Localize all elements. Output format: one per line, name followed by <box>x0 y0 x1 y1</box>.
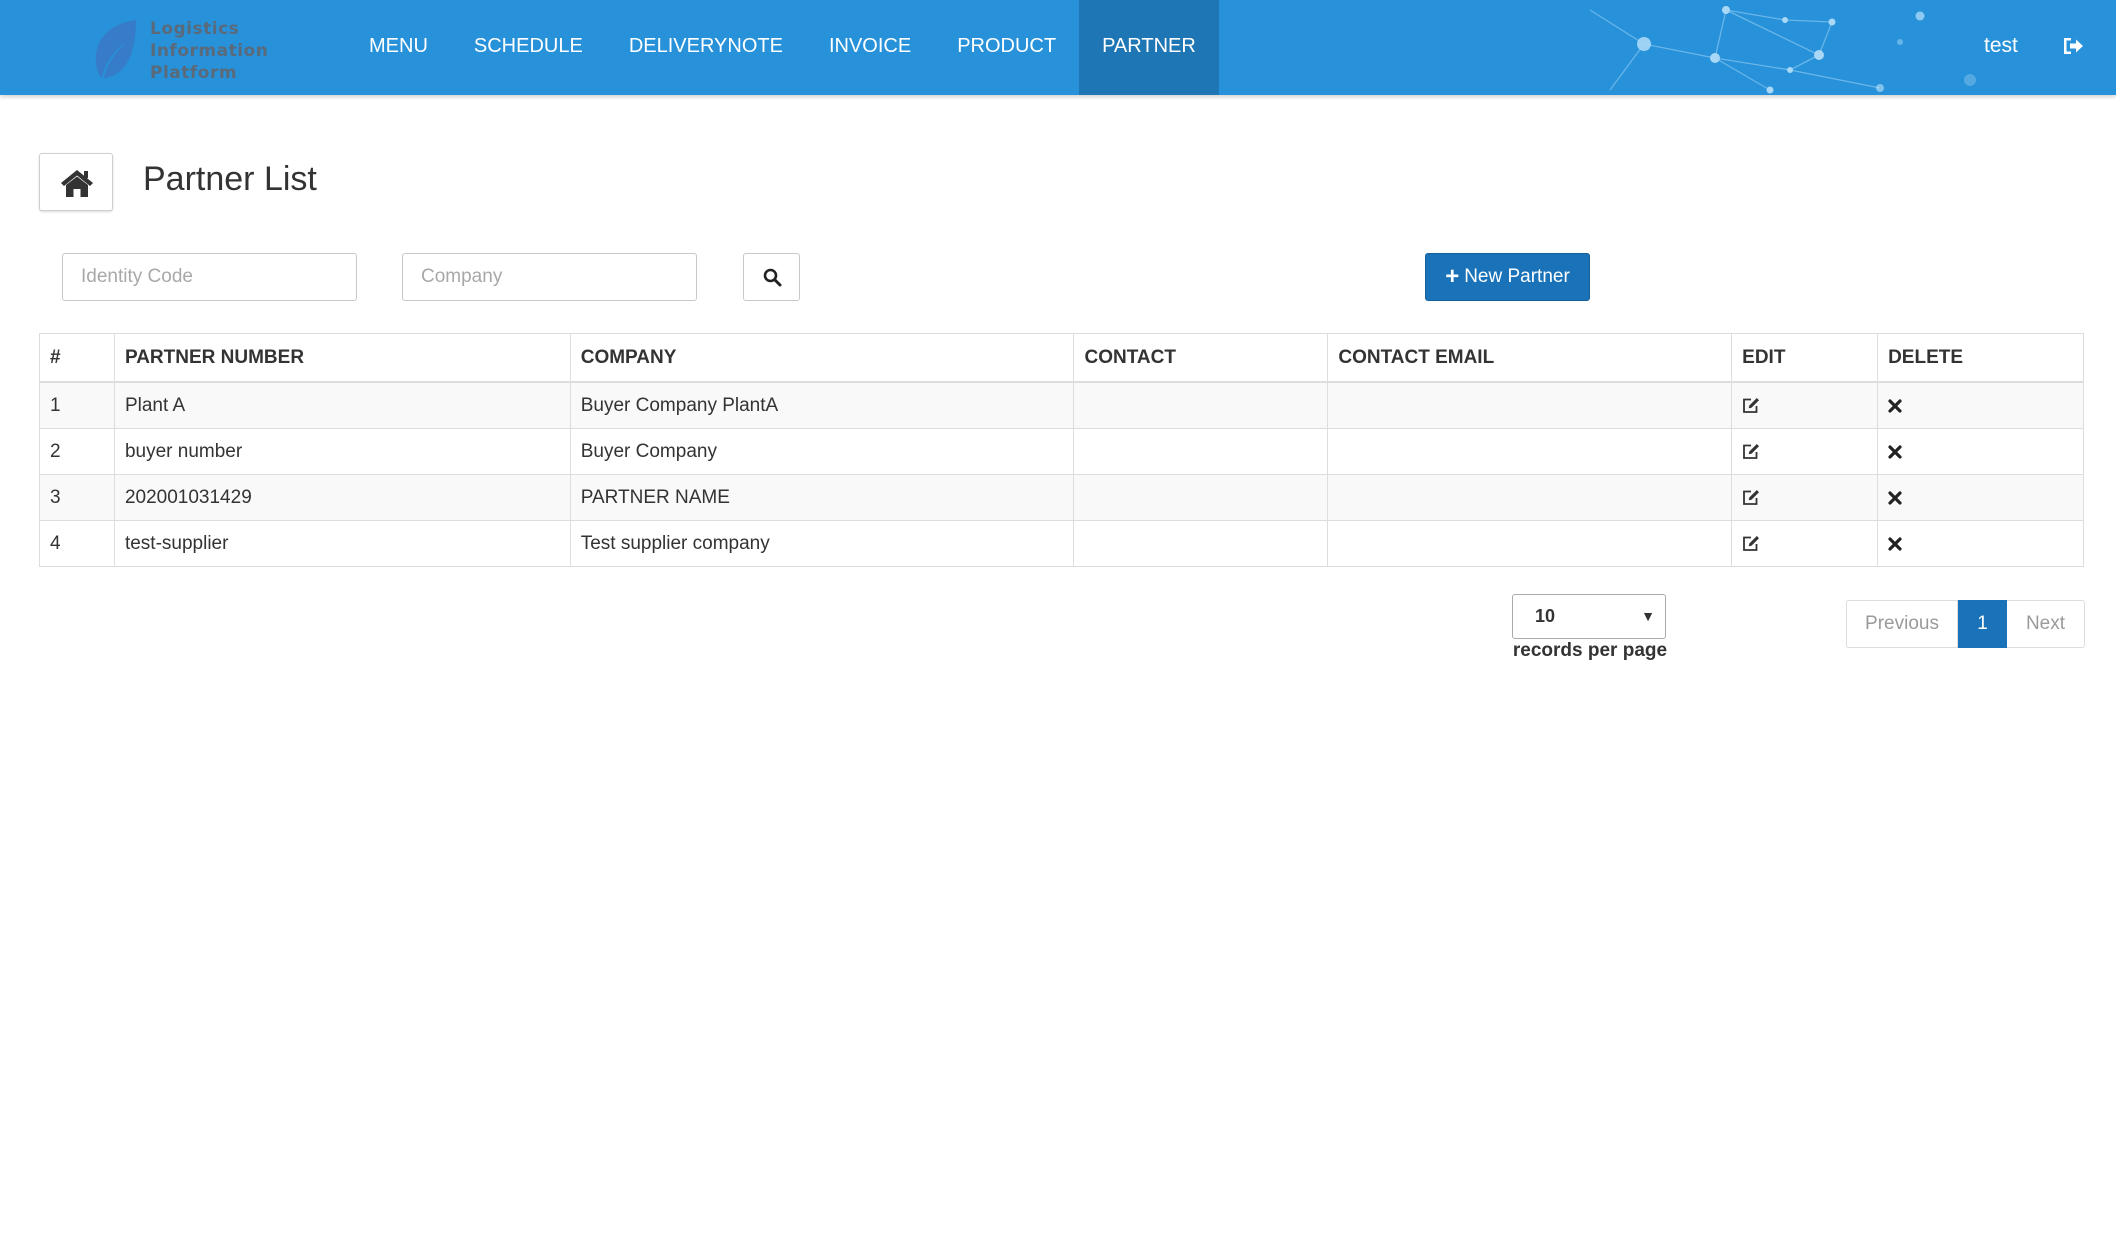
top-navbar: Logistics Information Platform MENU SCHE… <box>0 0 2116 95</box>
cell-partner-number: buyer number <box>113 428 571 475</box>
cell-company: Buyer Company <box>569 428 1075 475</box>
cell-company: Test supplier company <box>569 520 1075 567</box>
cell-index: 3 <box>39 474 115 521</box>
leaf-icon <box>95 20 136 78</box>
home-button[interactable] <box>39 153 113 211</box>
edit-icon[interactable] <box>1742 489 1760 506</box>
cell-edit <box>1731 520 1879 567</box>
table-row: 2 buyer number Buyer Company <box>39 428 2084 475</box>
network-decoration <box>1589 6 1976 94</box>
column-header-index[interactable]: # <box>39 333 115 383</box>
edit-icon[interactable] <box>1742 443 1760 460</box>
close-icon[interactable] <box>1888 490 1902 505</box>
column-header-edit: EDIT <box>1731 333 1879 383</box>
cell-company: PARTNER NAME <box>569 474 1075 521</box>
cell-contact <box>1073 428 1329 475</box>
nav-item-invoice[interactable]: INVOICE <box>806 0 934 95</box>
cell-index: 4 <box>39 520 115 567</box>
cell-delete <box>1877 474 2084 521</box>
page-size-label: records per page <box>1512 640 1668 661</box>
page-size-value: 10 <box>1535 606 1556 626</box>
cell-partner-number: test-supplier <box>113 520 571 567</box>
close-icon[interactable] <box>1888 444 1902 459</box>
nav-item-deliverynote[interactable]: DELIVERYNOTE <box>606 0 806 95</box>
cell-index: 1 <box>39 381 115 429</box>
cell-contact-email <box>1327 474 1733 521</box>
pagination: Previous 1 Next <box>1846 600 2085 648</box>
home-icon <box>61 170 93 197</box>
new-partner-button[interactable]: + New Partner <box>1425 253 1590 301</box>
cell-delete <box>1877 520 2084 567</box>
column-header-contact-email[interactable]: CONTACT EMAIL <box>1327 333 1733 383</box>
cell-contact-email <box>1327 428 1733 475</box>
page-button-current[interactable]: 1 <box>1958 600 2007 648</box>
cell-contact <box>1073 474 1329 521</box>
cell-edit <box>1731 474 1879 521</box>
column-header-delete: DELETE <box>1877 333 2084 383</box>
edit-icon[interactable] <box>1742 535 1760 552</box>
logo-text: Logistics Information Platform <box>150 19 269 83</box>
new-partner-label: New Partner <box>1464 266 1570 287</box>
cell-contact <box>1073 520 1329 567</box>
user-name[interactable]: test <box>1984 0 2018 95</box>
nav-item-partner[interactable]: PARTNER <box>1079 0 1219 95</box>
plus-icon: + <box>1445 263 1460 290</box>
company-input[interactable] <box>402 253 697 301</box>
main-nav: MENU SCHEDULE DELIVERYNOTE INVOICE PRODU… <box>346 0 1219 95</box>
identity-code-input[interactable] <box>62 253 357 301</box>
next-page-button[interactable]: Next <box>2007 600 2085 648</box>
sign-out-icon[interactable] <box>2062 36 2084 56</box>
table-row: 1 Plant A Buyer Company PlantA <box>39 381 2084 429</box>
previous-page-button[interactable]: Previous <box>1846 600 1958 648</box>
table-row: 4 test-supplier Test supplier company <box>39 520 2084 567</box>
column-header-partner-number[interactable]: PARTNER NUMBER <box>113 333 571 383</box>
cell-partner-number: Plant A <box>113 381 571 429</box>
table-row: 3 202001031429 PARTNER NAME <box>39 474 2084 521</box>
cell-contact <box>1073 381 1329 429</box>
app-logo[interactable]: Logistics Information Platform <box>90 14 290 84</box>
page-size-select[interactable]: 10 ▼ <box>1512 594 1666 639</box>
column-header-contact[interactable]: CONTACT <box>1073 333 1329 383</box>
partner-table: # PARTNER NUMBER COMPANY CONTACT CONTACT… <box>39 333 2084 567</box>
edit-icon[interactable] <box>1742 397 1760 414</box>
cell-index: 2 <box>39 428 115 475</box>
cell-delete <box>1877 428 2084 475</box>
cell-company: Buyer Company PlantA <box>569 381 1075 429</box>
close-icon[interactable] <box>1888 398 1902 413</box>
cell-contact-email <box>1327 381 1733 429</box>
cell-partner-number: 202001031429 <box>113 474 571 521</box>
close-icon[interactable] <box>1888 536 1902 551</box>
search-icon <box>763 268 782 287</box>
cell-edit <box>1731 381 1879 429</box>
cell-delete <box>1877 381 2084 429</box>
cell-contact-email <box>1327 520 1733 567</box>
column-header-company[interactable]: COMPANY <box>569 333 1075 383</box>
nav-item-schedule[interactable]: SCHEDULE <box>451 0 606 95</box>
nav-item-product[interactable]: PRODUCT <box>934 0 1079 95</box>
table-header-row: # PARTNER NUMBER COMPANY CONTACT CONTACT… <box>39 333 2084 383</box>
page-title: Partner List <box>143 160 317 198</box>
cell-edit <box>1731 428 1879 475</box>
search-button[interactable] <box>743 253 800 301</box>
caret-down-icon: ▼ <box>1641 608 1655 624</box>
nav-item-menu[interactable]: MENU <box>346 0 451 95</box>
